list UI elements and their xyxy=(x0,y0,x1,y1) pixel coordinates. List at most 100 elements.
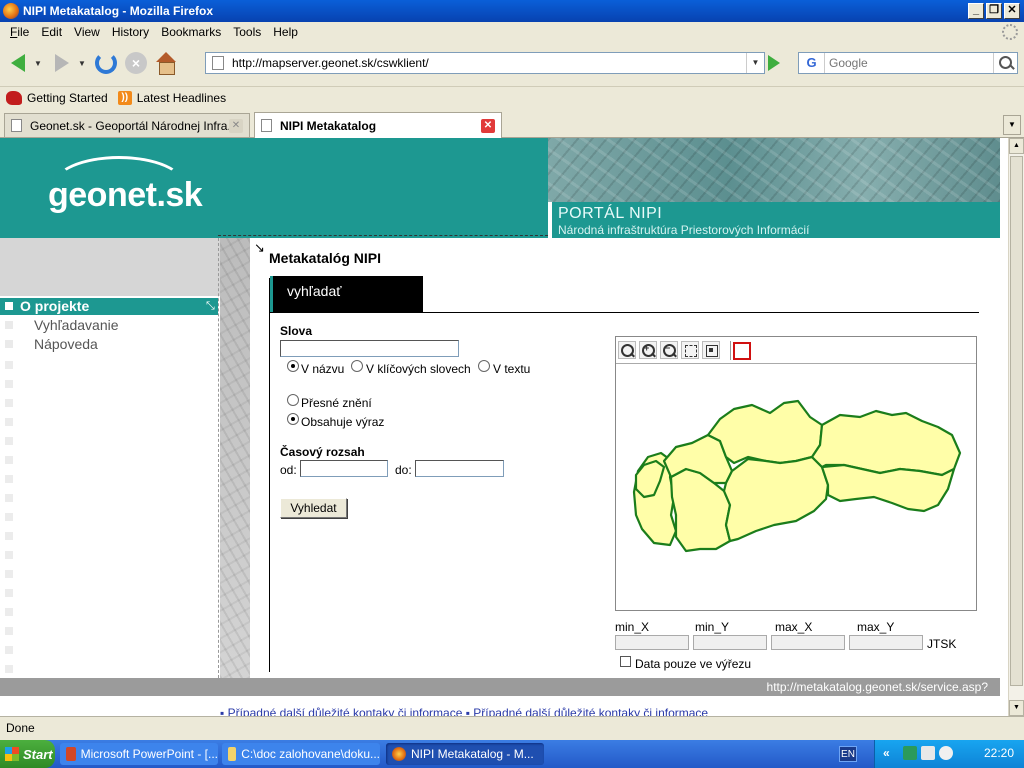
sidebar-item-o-projekte[interactable]: O projekte xyxy=(0,298,218,315)
expand-arrow-icon[interactable]: ⤡ xyxy=(206,300,218,312)
tab-list-button[interactable]: ▼ xyxy=(1003,115,1021,135)
menu-view[interactable]: View xyxy=(68,25,106,39)
close-tab-icon[interactable]: ✕ xyxy=(229,118,243,133)
sidebar-item-vyhladavanie[interactable]: Vyhľadavanie xyxy=(0,316,218,334)
menu-bar: File Edit View History Bookmarks Tools H… xyxy=(0,22,1024,42)
service-url-bar: http://metakatalog.geonet.sk/service.asp… xyxy=(0,678,1000,696)
date-from-input[interactable] xyxy=(300,460,388,477)
date-to-input[interactable] xyxy=(415,460,504,477)
bookmarks-toolbar: Getting Started )) Latest Headlines xyxy=(0,86,1024,108)
status-bar: Done xyxy=(0,716,1024,740)
bookmark-getting-started[interactable]: Getting Started xyxy=(6,90,108,105)
vertical-scrollbar[interactable]: ▲ ▼ xyxy=(1008,138,1024,716)
menu-tools[interactable]: Tools xyxy=(227,25,267,39)
max-y-input[interactable] xyxy=(849,635,923,650)
menu-help[interactable]: Help xyxy=(267,25,304,39)
map-canvas[interactable] xyxy=(616,365,976,611)
minimize-button[interactable]: _ xyxy=(968,3,984,19)
radio-contains[interactable] xyxy=(287,413,299,425)
sidebar-top-block xyxy=(0,238,220,296)
menu-edit[interactable]: Edit xyxy=(35,25,68,39)
bookmark-latest-headlines[interactable]: )) Latest Headlines xyxy=(117,90,227,105)
sidebar-bullet xyxy=(5,456,13,464)
clock: 22:20 xyxy=(983,746,1014,760)
sidebar-bullet xyxy=(5,494,13,502)
menu-history[interactable]: History xyxy=(106,25,155,39)
min-x-input[interactable] xyxy=(615,635,689,650)
clip-data-checkbox[interactable] xyxy=(620,656,631,667)
back-history-dropdown[interactable]: ▼ xyxy=(34,59,44,68)
zoom-extent-icon[interactable] xyxy=(702,341,720,359)
radio-in-text[interactable] xyxy=(478,360,490,372)
search-icon[interactable] xyxy=(993,53,1017,73)
full-extent-icon[interactable] xyxy=(681,341,699,359)
url-bar[interactable]: http://mapserver.geonet.sk/cswklient/ ▼ xyxy=(205,52,765,74)
clip-data-label: Data pouze ve výřezu xyxy=(635,657,752,671)
url-text[interactable]: http://mapserver.geonet.sk/cswklient/ xyxy=(232,56,746,70)
menu-bookmarks[interactable]: Bookmarks xyxy=(155,25,227,39)
scroll-up-button[interactable]: ▲ xyxy=(1009,138,1024,154)
tab-nipi-metakatalog[interactable]: NIPI Metakatalog ✕ xyxy=(254,112,502,138)
reload-button[interactable] xyxy=(92,49,120,77)
stop-icon: × xyxy=(125,52,147,74)
max-y-label: max_Y xyxy=(857,620,895,634)
stop-button[interactable]: × xyxy=(122,49,150,77)
radio-in-keywords[interactable] xyxy=(351,360,363,372)
region-zilina xyxy=(706,399,824,465)
search-box[interactable]: G xyxy=(798,52,1018,74)
radio-exact-match[interactable] xyxy=(287,394,299,406)
search-engine-selector[interactable]: G xyxy=(799,53,825,73)
close-button[interactable]: ✕ xyxy=(1004,3,1020,19)
folder-icon xyxy=(228,747,237,761)
firefox-bookmark-icon xyxy=(6,90,22,105)
powerpoint-icon xyxy=(66,747,76,761)
home-icon xyxy=(155,52,177,75)
forward-history-dropdown[interactable]: ▼ xyxy=(78,59,88,68)
zoom-out-icon[interactable]: − xyxy=(660,341,678,359)
left-sidebar: O projekte ⤡ Vyhľadavanie Nápoveda xyxy=(0,238,220,678)
network-icon[interactable] xyxy=(903,746,917,760)
bbox-icon[interactable] xyxy=(732,341,751,360)
geonet-logo[interactable]: geonet.sk xyxy=(48,176,203,215)
clock-tray-icon[interactable] xyxy=(939,746,953,760)
radio-in-title[interactable] xyxy=(287,360,299,372)
tab-geonet[interactable]: Geonet.sk - Geoportál Národnej Infra... … xyxy=(4,113,250,137)
sidebar-bullet xyxy=(5,380,13,388)
task-powerpoint[interactable]: Microsoft PowerPoint - [... xyxy=(60,743,218,765)
home-button[interactable] xyxy=(152,49,180,77)
sidebar-item-napoveda[interactable]: Nápoveda xyxy=(0,335,218,353)
back-button[interactable] xyxy=(4,49,32,77)
zoom-in-icon[interactable]: + xyxy=(639,341,657,359)
bookmark-label: Latest Headlines xyxy=(136,90,227,105)
scroll-down-button[interactable]: ▼ xyxy=(1009,700,1024,716)
task-firefox[interactable]: NIPI Metakatalog - M... xyxy=(386,743,544,765)
rss-icon: )) xyxy=(117,90,132,105)
sidebar-bullet xyxy=(5,627,13,635)
sidebar-bullet xyxy=(5,608,13,616)
language-indicator[interactable]: EN xyxy=(839,746,857,762)
close-tab-icon[interactable]: ✕ xyxy=(481,118,495,133)
maximize-button[interactable]: ❐ xyxy=(986,3,1002,19)
tab-search[interactable]: vyhľadať xyxy=(270,276,423,312)
max-x-input[interactable] xyxy=(771,635,845,650)
forward-button[interactable] xyxy=(48,49,76,77)
url-dropdown[interactable]: ▼ xyxy=(746,53,764,73)
search-input[interactable] xyxy=(825,54,993,72)
start-button[interactable]: Start xyxy=(0,740,55,768)
window-titlebar[interactable]: NIPI Metakatalog - Mozilla Firefox _ ❐ ✕ xyxy=(0,0,1024,22)
go-button[interactable] xyxy=(768,55,780,71)
tray-expand-icon[interactable]: « xyxy=(883,746,890,760)
search-button[interactable]: Vyhledat xyxy=(280,498,347,518)
map-toolbar: + − xyxy=(616,337,976,364)
radio-label: V názvu xyxy=(301,362,345,376)
scroll-thumb[interactable] xyxy=(1010,156,1023,686)
task-explorer-folder[interactable]: C:\doc zalohovane\doku... xyxy=(222,743,380,765)
words-input[interactable] xyxy=(280,340,459,357)
min-y-input[interactable] xyxy=(693,635,767,650)
sidebar-bullet xyxy=(5,475,13,483)
user-icon[interactable] xyxy=(921,746,935,760)
zoom-in-icon[interactable] xyxy=(618,341,636,359)
forward-arrow-icon xyxy=(55,54,69,72)
menu-file[interactable]: File xyxy=(4,25,35,39)
footer-links[interactable]: ▪ Případné další důležité kontaky či inf… xyxy=(220,706,708,716)
